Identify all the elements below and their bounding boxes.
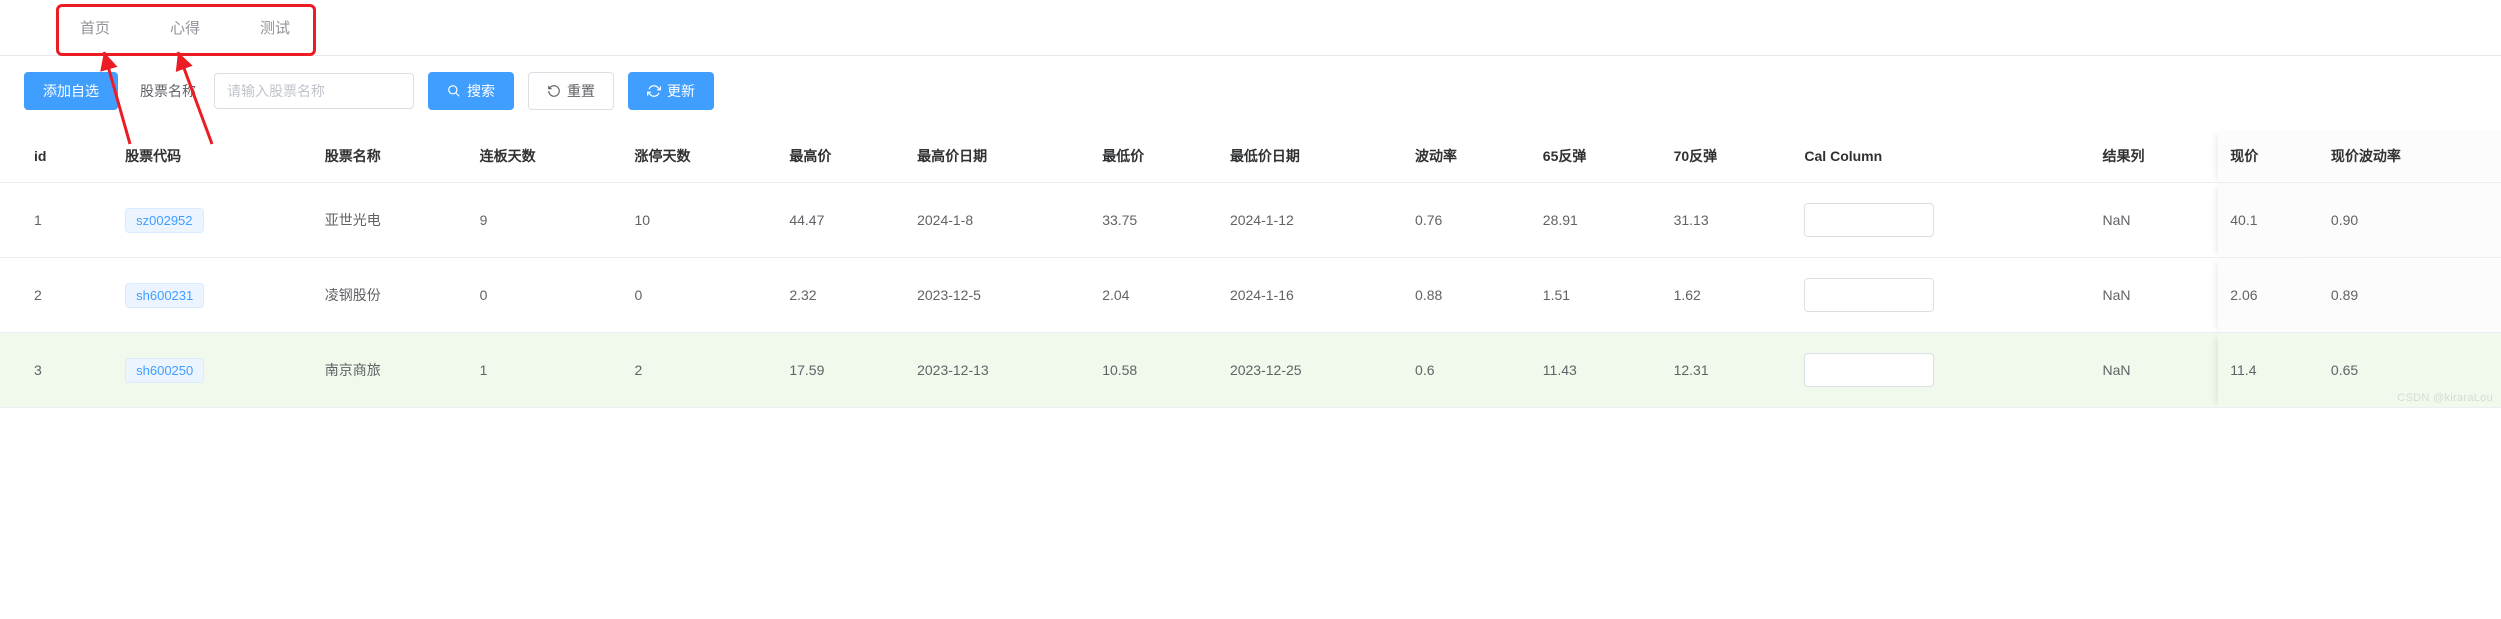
cell-vol: 0.88 [1403, 258, 1531, 333]
cal-input[interactable] [1804, 353, 1934, 387]
col-r65: 65反弹 [1531, 130, 1662, 183]
cell-name: 南京商旅 [313, 333, 468, 408]
search-button[interactable]: 搜索 [428, 72, 514, 110]
cell-high: 44.47 [777, 183, 905, 258]
cal-input[interactable] [1804, 278, 1934, 312]
reset-button[interactable]: 重置 [528, 72, 614, 110]
cell-result: NaN [2091, 258, 2219, 333]
cell-cal [1792, 183, 2090, 258]
cell-high-date: 2023-12-5 [905, 258, 1090, 333]
stock-code-tag[interactable]: sz002952 [125, 208, 203, 233]
cell-r70: 1.62 [1662, 258, 1793, 333]
cell-vol: 0.76 [1403, 183, 1531, 258]
col-price-vol: 现价波动率 [2319, 130, 2501, 183]
cell-price-vol: 0.89 [2319, 258, 2501, 333]
cell-lb: 0 [468, 258, 623, 333]
cell-high: 17.59 [777, 333, 905, 408]
cell-price: 40.1 [2218, 183, 2319, 258]
stock-code-tag[interactable]: sh600231 [125, 283, 204, 308]
cell-low-date: 2023-12-25 [1218, 333, 1403, 408]
cell-id: 1 [0, 183, 113, 258]
cell-r70: 12.31 [1662, 333, 1793, 408]
nav-tabs: 首页 心得 测试 [0, 0, 2501, 56]
cell-lb: 9 [468, 183, 623, 258]
cell-price: 11.4 [2218, 333, 2319, 408]
tab-test[interactable]: 测试 [240, 17, 310, 38]
col-high: 最高价 [777, 130, 905, 183]
col-zt-days: 涨停天数 [622, 130, 777, 183]
stock-name-label: 股票名称 [140, 81, 196, 101]
cell-lb: 1 [468, 333, 623, 408]
col-vol: 波动率 [1403, 130, 1531, 183]
col-id: id [0, 130, 113, 183]
cell-low-date: 2024-1-16 [1218, 258, 1403, 333]
table-row[interactable]: 3 sh600250 南京商旅1217.592023-12-1310.582023-… [0, 333, 2501, 408]
refresh-button-label: 更新 [667, 81, 695, 101]
cell-high-date: 2024-1-8 [905, 183, 1090, 258]
cell-r65: 1.51 [1531, 258, 1662, 333]
reset-icon [547, 84, 561, 98]
cell-cal [1792, 333, 2090, 408]
col-code: 股票代码 [113, 130, 313, 183]
cell-code: sh600231 [113, 258, 313, 333]
refresh-button[interactable]: 更新 [628, 72, 714, 110]
table-header-row: id 股票代码 股票名称 连板天数 涨停天数 最高价 最高价日期 最低价 最低价… [0, 130, 2501, 183]
cell-name: 亚世光电 [313, 183, 468, 258]
cell-code: sz002952 [113, 183, 313, 258]
toolbar: 添加自选 股票名称 搜索 重置 更新 [0, 56, 2501, 130]
cell-result: NaN [2091, 333, 2219, 408]
search-button-label: 搜索 [467, 81, 495, 101]
add-button[interactable]: 添加自选 [24, 72, 118, 110]
cell-price-vol: 0.90 [2319, 183, 2501, 258]
col-low: 最低价 [1090, 130, 1218, 183]
cell-result: NaN [2091, 183, 2219, 258]
col-high-date: 最高价日期 [905, 130, 1090, 183]
col-low-date: 最低价日期 [1218, 130, 1403, 183]
col-r70: 70反弹 [1662, 130, 1793, 183]
cell-zt: 0 [622, 258, 777, 333]
cell-price: 2.06 [2218, 258, 2319, 333]
watermark: CSDN @kiraraLou [2397, 392, 2493, 404]
data-table: id 股票代码 股票名称 连板天数 涨停天数 最高价 最高价日期 最低价 最低价… [0, 130, 2501, 408]
cal-input[interactable] [1804, 203, 1934, 237]
tab-home[interactable]: 首页 [60, 17, 130, 38]
cell-code: sh600250 [113, 333, 313, 408]
cell-vol: 0.6 [1403, 333, 1531, 408]
cell-low-date: 2024-1-12 [1218, 183, 1403, 258]
cell-high-date: 2023-12-13 [905, 333, 1090, 408]
search-icon [447, 84, 461, 98]
cell-id: 2 [0, 258, 113, 333]
table-row[interactable]: 1 sz002952 亚世光电91044.472024-1-833.752024-1… [0, 183, 2501, 258]
stock-name-input[interactable] [214, 73, 414, 109]
col-result: 结果列 [2091, 130, 2219, 183]
table-row[interactable]: 2sh600231凌钢股份002.322023-12-52.042024-1-1… [0, 258, 2501, 333]
cell-low: 33.75 [1090, 183, 1218, 258]
cell-id: 3 [0, 333, 113, 408]
col-lb-days: 连板天数 [468, 130, 623, 183]
cell-cal [1792, 258, 2090, 333]
tab-notes[interactable]: 心得 [150, 17, 220, 38]
col-cal: Cal Column [1792, 130, 2090, 183]
col-price: 现价 [2218, 130, 2319, 183]
cell-r65: 11.43 [1531, 333, 1662, 408]
cell-r70: 31.13 [1662, 183, 1793, 258]
refresh-icon [647, 84, 661, 98]
data-table-wrap: id 股票代码 股票名称 连板天数 涨停天数 最高价 最高价日期 最低价 最低价… [0, 130, 2501, 408]
cell-zt: 10 [622, 183, 777, 258]
col-name: 股票名称 [313, 130, 468, 183]
cell-r65: 28.91 [1531, 183, 1662, 258]
cell-name: 凌钢股份 [313, 258, 468, 333]
reset-button-label: 重置 [567, 81, 595, 101]
cell-low: 2.04 [1090, 258, 1218, 333]
stock-code-tag[interactable]: sh600250 [125, 358, 204, 383]
cell-high: 2.32 [777, 258, 905, 333]
cell-zt: 2 [622, 333, 777, 408]
cell-low: 10.58 [1090, 333, 1218, 408]
